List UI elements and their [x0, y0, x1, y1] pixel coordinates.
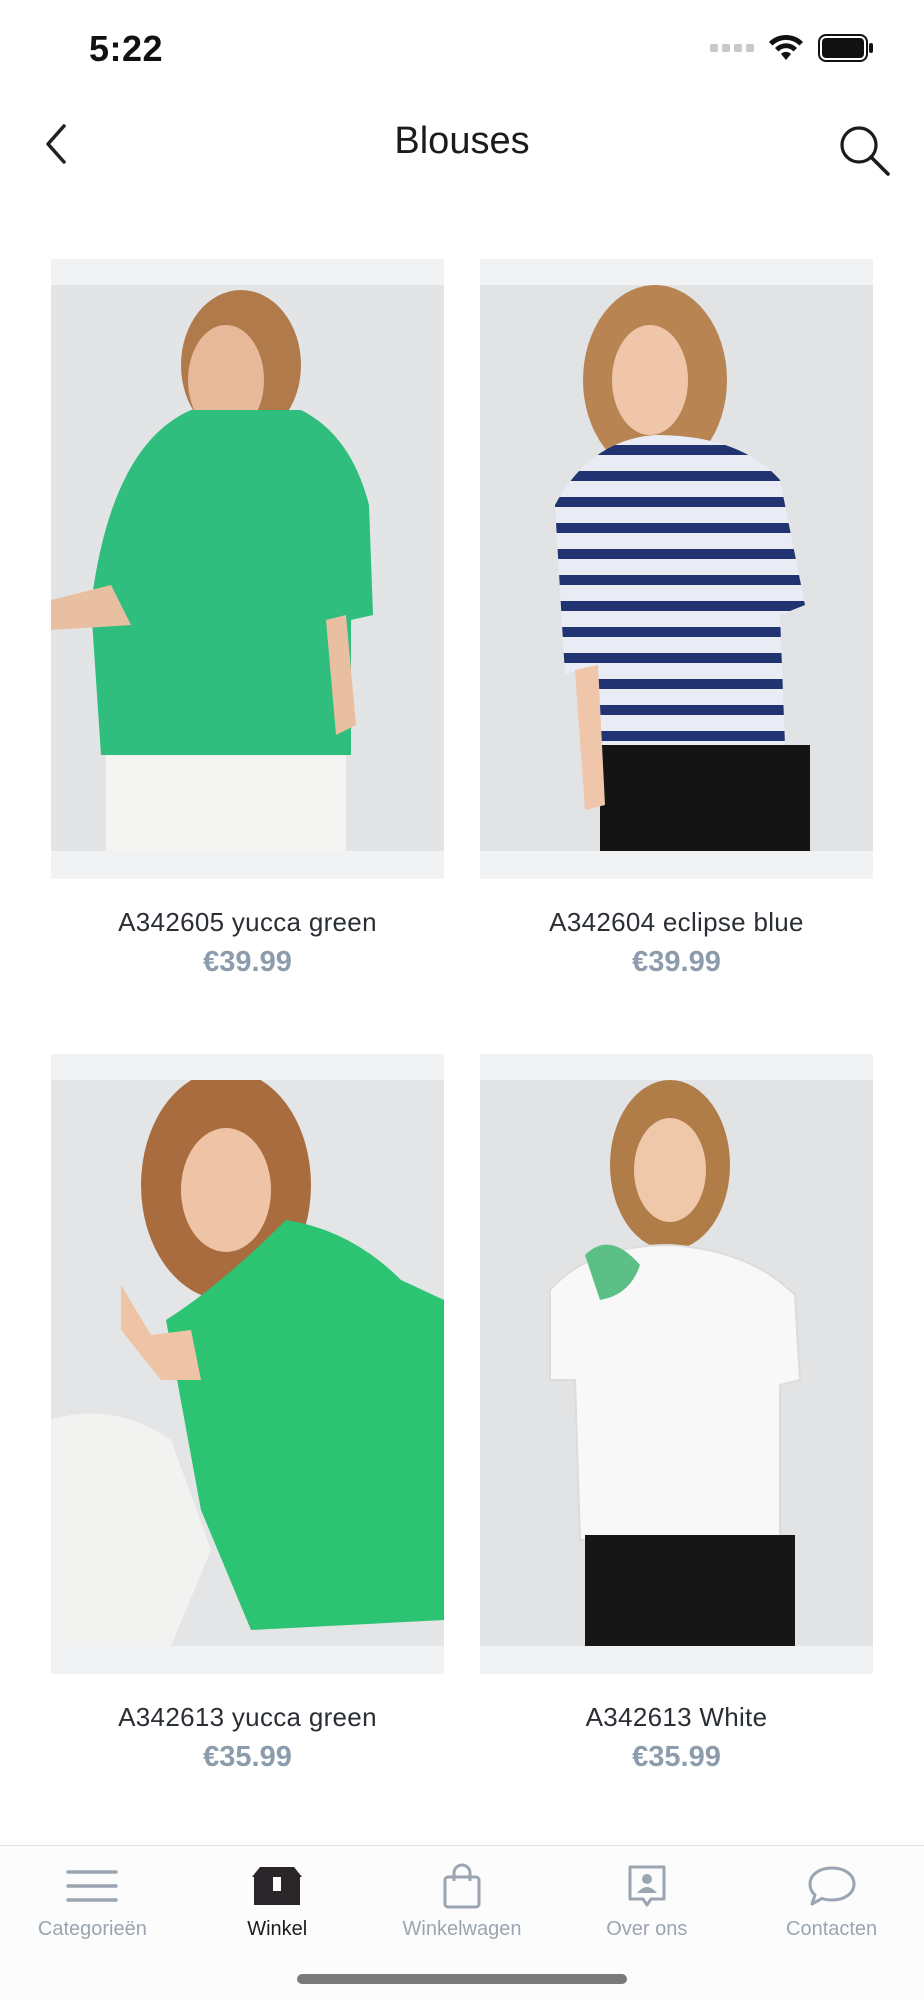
- shopping-bag-icon: [434, 1862, 490, 1910]
- product-card[interactable]: A342605 yucca green €39.99: [51, 259, 444, 979]
- nav-bar: Blouses: [0, 100, 924, 190]
- wifi-icon: [768, 34, 804, 62]
- product-grid: A342605 yucca green €39.99 A342604 eclip…: [51, 259, 873, 1774]
- product-card[interactable]: A342613 White €35.99: [480, 1054, 873, 1774]
- product-image: [480, 285, 873, 851]
- product-price: €39.99: [632, 946, 721, 978]
- product-name: A342604 eclipse blue: [549, 907, 804, 937]
- tab-label: Winkel: [247, 1918, 308, 1940]
- product-image: [51, 285, 444, 851]
- product-image-frame: [480, 259, 873, 879]
- product-price: €39.99: [203, 946, 292, 978]
- status-time: 5:22: [89, 28, 164, 69]
- product-image: [51, 1080, 444, 1646]
- page-title: Blouses: [394, 120, 530, 162]
- tab-contacts[interactable]: Contacten: [739, 1846, 924, 1941]
- product-card[interactable]: A342613 yucca green €35.99: [51, 1054, 444, 1774]
- battery-icon: [818, 34, 874, 62]
- tab-bar: Categorieën Winkel Winkelwagen Over ons …: [0, 1845, 924, 2000]
- tab-cart[interactable]: Winkelwagen: [370, 1846, 555, 1941]
- tab-about[interactable]: Over ons: [554, 1846, 739, 1941]
- chat-bubble-icon: [804, 1862, 860, 1910]
- tab-label: Contacten: [786, 1918, 878, 1940]
- product-name: A342605 yucca green: [118, 907, 377, 937]
- product-image-frame: [51, 1054, 444, 1674]
- home-indicator: [297, 1974, 627, 1984]
- product-name: A342613 White: [585, 1702, 768, 1732]
- tab-label: Winkelwagen: [402, 1918, 522, 1940]
- product-image-frame: [480, 1054, 873, 1674]
- status-icons: [710, 34, 874, 62]
- signal-icon: [710, 44, 754, 52]
- search-button[interactable]: [834, 120, 894, 180]
- tab-label: Over ons: [606, 1918, 688, 1940]
- tab-store[interactable]: Winkel: [185, 1846, 370, 1941]
- contact-card-icon: [619, 1862, 675, 1910]
- tab-label: Categorieën: [37, 1918, 147, 1940]
- product-card[interactable]: A342604 eclipse blue €39.99: [480, 259, 873, 979]
- menu-icon: [64, 1862, 120, 1910]
- product-image-frame: [51, 259, 444, 879]
- tab-categories[interactable]: Categorieën: [0, 1846, 185, 1941]
- status-bar: 5:22: [0, 0, 924, 100]
- product-image: [480, 1080, 873, 1646]
- product-name: A342613 yucca green: [118, 1702, 377, 1732]
- search-icon: [840, 126, 890, 176]
- store-icon: [249, 1862, 305, 1910]
- product-price: €35.99: [203, 1741, 292, 1773]
- product-price: €35.99: [632, 1741, 721, 1773]
